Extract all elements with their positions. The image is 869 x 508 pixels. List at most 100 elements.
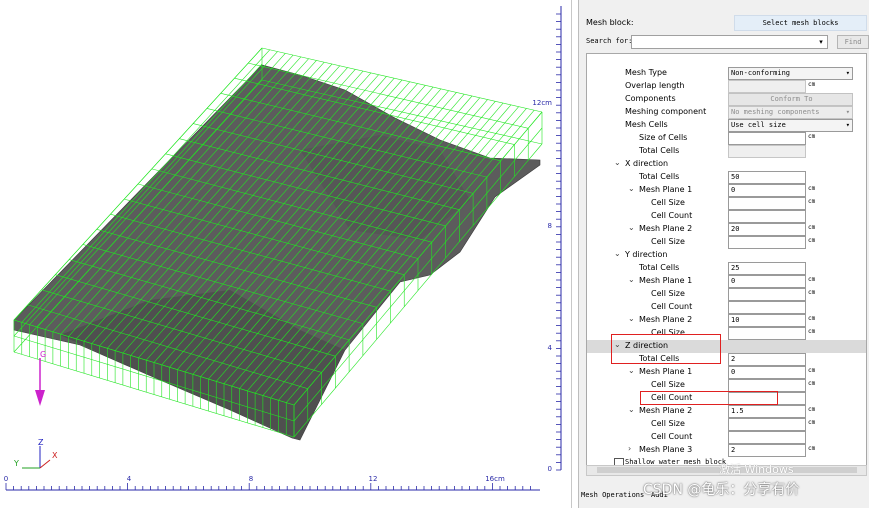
property-input[interactable]: 50 — [728, 171, 806, 184]
property-input[interactable] — [728, 197, 806, 210]
tree-property-row[interactable]: ⌄ Mesh Plane 1 0 cm — [587, 366, 866, 379]
tree-property-row[interactable]: Size of Cells cm — [587, 132, 866, 145]
chevron-down-icon[interactable]: ▾ — [846, 120, 850, 131]
property-input[interactable]: 10 — [728, 314, 806, 327]
property-input[interactable]: 0 — [728, 366, 806, 379]
unit-label: cm — [808, 445, 816, 452]
tree-property-row[interactable]: Cell Count — [587, 210, 866, 223]
axis-y-label: Y — [13, 459, 19, 468]
property-input[interactable] — [728, 327, 806, 340]
chevron-down-icon[interactable]: ⌄ — [628, 314, 635, 323]
property-value: 0 — [731, 277, 736, 285]
unit-label: cm — [808, 380, 816, 387]
tree-property-row[interactable]: Cell Size cm — [587, 418, 866, 431]
tree-property-row[interactable]: Total Cells — [587, 145, 866, 158]
tree-property-row[interactable]: Cell Count — [587, 431, 866, 444]
chevron-down-icon[interactable]: ⌄ — [628, 184, 635, 193]
property-input[interactable] — [728, 431, 806, 444]
tree-item-label: Cell Count — [651, 432, 693, 441]
property-input[interactable]: 2 — [728, 444, 806, 457]
unit-label: cm — [808, 315, 816, 322]
tree-property-row[interactable]: ⌄ Mesh Plane 1 0 cm — [587, 275, 866, 288]
unit-label: cm — [808, 81, 816, 88]
tree-property-row[interactable]: Cell Count — [587, 301, 866, 314]
property-dropdown[interactable]: No meshing components ▾ — [728, 106, 853, 119]
tree-item-label: Mesh Plane 1 — [639, 185, 693, 194]
chevron-down-icon[interactable]: ⌄ — [614, 158, 621, 167]
tree-section-row[interactable]: ⌄ Y direction — [587, 249, 866, 262]
tree-property-row[interactable]: Mesh Cells Use cell size ▾ — [587, 119, 866, 132]
chevron-down-icon[interactable]: ⌄ — [628, 223, 635, 232]
property-input[interactable]: 20 — [728, 223, 806, 236]
tree-property-row[interactable]: ⌄ Mesh Plane 1 0 cm — [587, 184, 866, 197]
chevron-right-icon[interactable]: › — [628, 444, 631, 453]
unit-label: cm — [808, 198, 816, 205]
viewport-canvas[interactable]: G Z X Y 0 4 8 12 16cm 12cm 8 4 0 — [0, 0, 571, 508]
tree-property-row[interactable]: ⌄ Mesh Plane 2 1.5 cm — [587, 405, 866, 418]
ruler-right-tick: 0 — [548, 465, 552, 473]
property-value: 2 — [731, 446, 736, 454]
tab-mesh-operations[interactable]: Mesh Operations — [581, 491, 644, 499]
property-input[interactable]: 1.5 — [728, 405, 806, 418]
tree-item-label: Mesh Plane 3 — [639, 445, 693, 454]
select-mesh-blocks-button[interactable]: Select mesh blocks — [734, 15, 867, 31]
property-value: 0 — [731, 368, 736, 376]
property-tree[interactable]: Mesh Type Non-conforming ▾ Overlap length cm… — [586, 53, 867, 467]
tree-property-row[interactable]: Mesh Type Non-conforming ▾ — [587, 67, 866, 80]
tree-property-row[interactable]: Cell Size cm — [587, 197, 866, 210]
property-value: 2 — [731, 355, 736, 363]
property-input[interactable]: 0 — [728, 275, 806, 288]
tree-property-row[interactable]: Cell Size cm — [587, 236, 866, 249]
property-input[interactable]: 0 — [728, 184, 806, 197]
search-input[interactable]: ▾ — [631, 35, 828, 49]
tree-item-label: Total Cells — [639, 263, 680, 272]
tree-property-row[interactable]: Components Conform To — [587, 93, 866, 106]
ruler-bottom-tick: 8 — [249, 475, 253, 483]
tree-property-row[interactable]: Total Cells 25 — [587, 262, 866, 275]
chevron-down-icon[interactable]: ▾ — [846, 68, 850, 79]
ruler-bottom-tick: 12 — [369, 475, 378, 483]
tree-property-row[interactable]: Overlap length cm — [587, 80, 866, 93]
chevron-down-icon[interactable]: ⌄ — [628, 275, 635, 284]
unit-label: cm — [808, 133, 816, 140]
chevron-down-icon[interactable]: ▾ — [846, 107, 850, 118]
property-input[interactable]: 25 — [728, 262, 806, 275]
tree-item-label: Mesh Plane 2 — [639, 224, 693, 233]
chevron-down-icon[interactable]: ▾ — [816, 36, 826, 48]
tree-item-label: Size of Cells — [639, 133, 688, 142]
property-input[interactable]: 2 — [728, 353, 806, 366]
tree-property-row[interactable]: › Mesh Plane 3 2 cm — [587, 444, 866, 457]
gravity-indicator: G — [35, 350, 46, 406]
chevron-down-icon[interactable]: ⌄ — [614, 249, 621, 258]
tree-property-row[interactable]: Meshing component No meshing components ▾ — [587, 106, 866, 119]
chevron-down-icon[interactable]: ⌄ — [628, 366, 635, 375]
3d-viewport[interactable]: G Z X Y 0 4 8 12 16cm 12cm 8 4 0 — [0, 0, 572, 508]
tree-section-row[interactable]: ⌄ X direction — [587, 158, 866, 171]
annotation-box-cell-count — [640, 391, 778, 405]
find-button[interactable]: Find — [837, 35, 869, 49]
tree-property-row[interactable]: ⌄ Mesh Plane 2 10 cm — [587, 314, 866, 327]
tree-item-label: Meshing component — [625, 107, 707, 116]
property-value: 50 — [731, 173, 740, 181]
tree-item-label: X direction — [625, 159, 669, 168]
chevron-down-icon[interactable]: ⌄ — [628, 405, 635, 414]
property-dropdown[interactable]: Use cell size ▾ — [728, 119, 853, 132]
tree-property-row[interactable]: ⌄ Mesh Plane 2 20 cm — [587, 223, 866, 236]
unit-label: cm — [808, 367, 816, 374]
property-input[interactable] — [728, 301, 806, 314]
property-dropdown[interactable]: Non-conforming ▾ — [728, 67, 853, 80]
property-input[interactable] — [728, 418, 806, 431]
property-input[interactable] — [728, 132, 806, 145]
property-value: No meshing components — [731, 108, 820, 116]
property-input[interactable] — [728, 288, 806, 301]
unit-label: cm — [808, 237, 816, 244]
tree-item-label: Cell Size — [651, 419, 685, 428]
unit-label: cm — [808, 328, 816, 335]
tree-item-label: Mesh Type — [625, 68, 667, 77]
conform-to-button[interactable]: Conform To — [728, 93, 853, 106]
tree-property-row[interactable]: Total Cells 50 — [587, 171, 866, 184]
tree-property-row[interactable]: Cell Size cm — [587, 288, 866, 301]
property-value: 1.5 — [731, 407, 744, 415]
property-input[interactable] — [728, 236, 806, 249]
property-input[interactable] — [728, 210, 806, 223]
